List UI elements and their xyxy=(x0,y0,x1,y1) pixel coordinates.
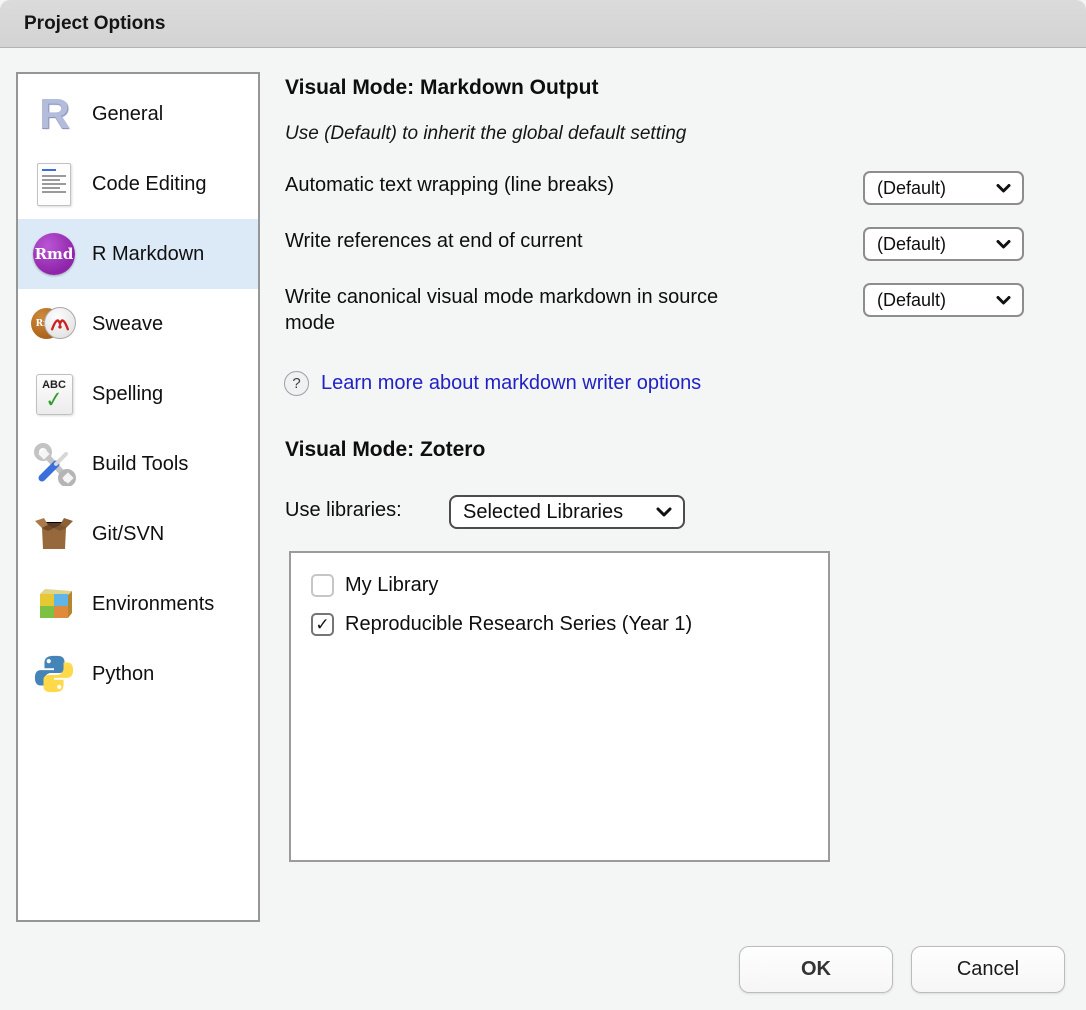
use-libraries-value: Selected Libraries xyxy=(463,501,623,524)
library-label: Reproducible Research Series (Year 1) xyxy=(345,613,692,636)
sidebar-item-label: Python xyxy=(92,663,154,686)
canonical-markdown-value: (Default) xyxy=(877,290,946,311)
canonical-markdown-label: Write canonical visual mode markdown in … xyxy=(285,285,760,336)
sidebar: R General Code Editing Rmd xyxy=(16,72,260,922)
markdown-writer-options-link[interactable]: Learn more about markdown writer options xyxy=(321,371,701,396)
code-editing-icon xyxy=(31,161,77,207)
sidebar-item-git-svn[interactable]: Git/SVN xyxy=(18,499,258,569)
git-svn-icon xyxy=(31,511,77,557)
chevron-down-icon xyxy=(996,296,1011,305)
check-icon: ✓ xyxy=(315,615,329,635)
sweave-icon: Rnw xyxy=(31,301,77,347)
sidebar-item-label: Code Editing xyxy=(92,173,207,196)
cancel-button[interactable]: Cancel xyxy=(911,946,1065,993)
sidebar-item-label: General xyxy=(92,103,163,126)
build-tools-icon xyxy=(31,441,77,487)
spelling-icon: ABC ✓ xyxy=(31,371,77,417)
use-libraries-select[interactable]: Selected Libraries xyxy=(449,495,685,529)
write-references-label: Write references at end of current xyxy=(285,229,845,255)
sidebar-item-label: R Markdown xyxy=(92,243,204,266)
text-wrapping-select[interactable]: (Default) xyxy=(863,171,1024,205)
chevron-down-icon xyxy=(996,240,1011,249)
sidebar-item-general[interactable]: R General xyxy=(18,79,258,149)
library-row-reproducible-research[interactable]: ✓ Reproducible Research Series (Year 1) xyxy=(311,613,828,636)
rmd-label: Rmd xyxy=(35,245,74,263)
r-logo-letter: R xyxy=(39,93,68,135)
sidebar-item-build-tools[interactable]: Build Tools xyxy=(18,429,258,499)
sidebar-item-r-markdown[interactable]: Rmd R Markdown xyxy=(18,219,258,289)
write-references-value: (Default) xyxy=(877,234,946,255)
environments-icon xyxy=(31,581,77,627)
sidebar-item-spelling[interactable]: ABC ✓ Spelling xyxy=(18,359,258,429)
project-options-dialog: Project Options R General Code Editing xyxy=(0,0,1086,1010)
sidebar-item-label: Build Tools xyxy=(92,453,188,476)
help-icon[interactable]: ? xyxy=(284,371,309,396)
sidebar-item-label: Git/SVN xyxy=(92,523,164,546)
canonical-markdown-select[interactable]: (Default) xyxy=(863,283,1024,317)
text-wrapping-value: (Default) xyxy=(877,178,946,199)
text-wrapping-label: Automatic text wrapping (line breaks) xyxy=(285,173,845,199)
sidebar-item-label: Sweave xyxy=(92,313,163,336)
window-title: Project Options xyxy=(24,13,165,35)
title-bar: Project Options xyxy=(0,0,1086,48)
use-libraries-label: Use libraries: xyxy=(285,499,402,522)
default-inherit-note: Use (Default) to inherit the global defa… xyxy=(285,123,686,145)
write-references-select[interactable]: (Default) xyxy=(863,227,1024,261)
sidebar-item-label: Spelling xyxy=(92,383,163,406)
library-row-my-library[interactable]: My Library xyxy=(311,574,828,597)
sidebar-item-python[interactable]: Python xyxy=(18,639,258,709)
pdf-icon xyxy=(44,307,76,339)
zotero-heading: Visual Mode: Zotero xyxy=(285,438,485,462)
rmarkdown-icon: Rmd xyxy=(31,231,77,277)
python-icon xyxy=(31,651,77,697)
sidebar-item-code-editing[interactable]: Code Editing xyxy=(18,149,258,219)
libraries-list: My Library ✓ Reproducible Research Serie… xyxy=(289,551,830,862)
checkbox-checked[interactable]: ✓ xyxy=(311,613,334,636)
checkbox-unchecked[interactable] xyxy=(311,574,334,597)
markdown-output-heading: Visual Mode: Markdown Output xyxy=(285,76,598,100)
sidebar-item-environments[interactable]: Environments xyxy=(18,569,258,639)
chevron-down-icon xyxy=(656,507,672,517)
chevron-down-icon xyxy=(996,184,1011,193)
library-label: My Library xyxy=(345,574,438,597)
ok-button[interactable]: OK xyxy=(739,946,893,993)
sidebar-item-sweave[interactable]: Rnw Sweave xyxy=(18,289,258,359)
r-logo-icon: R xyxy=(31,91,77,137)
sidebar-item-label: Environments xyxy=(92,593,214,616)
